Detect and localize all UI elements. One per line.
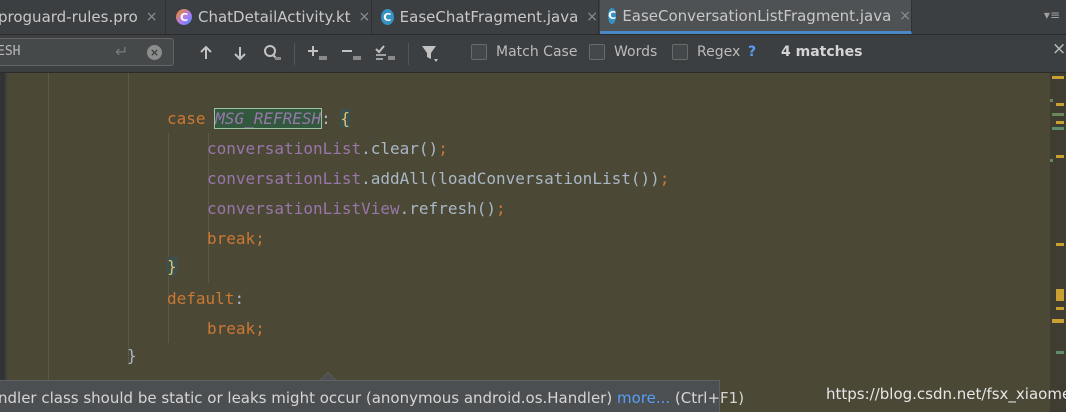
code-line: } bbox=[167, 257, 177, 277]
matching-brace: { bbox=[340, 109, 351, 128]
kotlin-file-icon: C bbox=[176, 9, 192, 25]
code-punct: : bbox=[321, 109, 331, 128]
code-line: conversationList.addAll(loadConversation… bbox=[207, 169, 669, 189]
tooltip-message: ndler class should be static or leaks mi… bbox=[0, 389, 744, 407]
code-semicolon: ; bbox=[438, 139, 448, 158]
field-ref: conversationList bbox=[207, 169, 362, 188]
watermark: https://blog.csdn.net/fsx_xiaomei bbox=[826, 385, 1066, 403]
enter-icon: ↵ bbox=[115, 42, 129, 61]
keyword: case bbox=[167, 109, 206, 128]
find-bar: ESH ↵ × Match Case Words Regex ? 4 match… bbox=[0, 35, 1066, 73]
regex-label[interactable]: Regex bbox=[697, 44, 740, 60]
match-count: 4 matches bbox=[781, 44, 863, 60]
code-semicolon: ; bbox=[255, 319, 265, 338]
tab-label: EaseConversationListFragment.java bbox=[622, 6, 892, 25]
code-line: break; bbox=[207, 229, 265, 249]
code-line: } bbox=[127, 346, 137, 366]
toolbar-separator bbox=[294, 43, 295, 65]
error-stripe[interactable] bbox=[1050, 73, 1066, 412]
search-match-highlight: MSG_REFRESH bbox=[214, 108, 323, 129]
indent-guide bbox=[168, 133, 169, 343]
tooltip-arrow bbox=[321, 373, 335, 380]
remove-occurrence-icon[interactable] bbox=[340, 41, 364, 65]
find-all-icon[interactable] bbox=[260, 41, 284, 65]
warning-marker bbox=[1056, 307, 1064, 310]
indent-guide bbox=[128, 73, 129, 365]
code-editor[interactable]: case MSG_REFRESH: { conversationList.cle… bbox=[7, 73, 1050, 412]
add-occurrence-icon[interactable] bbox=[306, 41, 330, 65]
indent-guide bbox=[48, 73, 49, 412]
tab-chat-detail-activity[interactable]: C ChatDetailActivity.kt × bbox=[168, 0, 372, 34]
match-case-label[interactable]: Match Case bbox=[496, 44, 577, 60]
code-punct: : bbox=[234, 289, 245, 308]
code-semicolon: ; bbox=[659, 169, 670, 188]
warning-marker bbox=[1052, 76, 1064, 79]
code-call: .refresh() bbox=[399, 199, 496, 218]
field-ref: conversationListView bbox=[207, 199, 400, 218]
match-case-checkbox[interactable] bbox=[471, 44, 487, 60]
select-all-occurrences-icon[interactable] bbox=[374, 41, 398, 65]
keyword: break bbox=[207, 229, 256, 248]
regex-checkbox[interactable] bbox=[672, 44, 688, 60]
tab-ease-conversation-list-fragment[interactable]: C EaseConversationListFragment.java × bbox=[600, 0, 912, 34]
search-input[interactable]: ESH ↵ × bbox=[0, 38, 174, 66]
code-call: .addAll(loadConversationList()) bbox=[361, 169, 660, 188]
field-ref: conversationList bbox=[207, 139, 362, 158]
tooltip-shortcut: (Ctrl+F1) bbox=[670, 389, 745, 407]
code-line: case MSG_REFRESH: { bbox=[167, 108, 351, 129]
words-checkbox[interactable] bbox=[589, 44, 605, 60]
change-marker bbox=[1052, 127, 1064, 130]
keyword: break bbox=[207, 319, 256, 338]
warning-marker bbox=[1052, 319, 1064, 323]
warning-marker bbox=[1056, 289, 1064, 301]
tab-proguard-rules[interactable]: proguard-rules.pro × bbox=[0, 0, 166, 34]
tooltip-more-link[interactable]: more... bbox=[617, 389, 670, 407]
clear-search-icon[interactable]: × bbox=[147, 45, 162, 60]
code-line: conversationList.clear(); bbox=[207, 139, 448, 159]
code-line: conversationListView.refresh(); bbox=[207, 199, 506, 219]
tab-ease-chat-fragment[interactable]: C EaseChatFragment.java × bbox=[373, 0, 599, 34]
change-marker bbox=[1056, 351, 1064, 354]
tab-label: ChatDetailActivity.kt bbox=[198, 8, 351, 26]
inspection-tooltip: ndler class should be static or leaks mi… bbox=[0, 380, 744, 412]
editor-tab-bar: proguard-rules.pro × C ChatDetailActivit… bbox=[0, 0, 1066, 35]
warning-marker bbox=[1056, 121, 1064, 124]
filter-icon[interactable] bbox=[418, 41, 442, 65]
code-call: .clear() bbox=[361, 139, 439, 158]
search-query-text: ESH bbox=[0, 44, 21, 59]
java-class-icon: C bbox=[381, 9, 394, 25]
keyword: default bbox=[167, 289, 235, 308]
regex-help-link[interactable]: ? bbox=[748, 44, 756, 60]
code-semicolon: ; bbox=[495, 199, 506, 218]
warning-marker bbox=[1056, 243, 1064, 246]
tab-label: proguard-rules.pro bbox=[0, 8, 138, 26]
matching-brace: } bbox=[167, 257, 177, 276]
change-marker bbox=[1050, 159, 1053, 162]
warning-marker bbox=[1056, 155, 1064, 158]
tab-overflow-icon[interactable]: ▾≡ bbox=[1044, 8, 1060, 22]
change-marker bbox=[1052, 113, 1064, 116]
close-search-icon[interactable]: × bbox=[1052, 39, 1066, 59]
toolbar-separator bbox=[408, 43, 409, 65]
warning-marker bbox=[1056, 103, 1064, 106]
tooltip-text: ndler class should be static or leaks mi… bbox=[0, 389, 617, 407]
words-label[interactable]: Words bbox=[614, 44, 657, 60]
closing-brace: } bbox=[127, 346, 137, 365]
next-occurrence-icon[interactable] bbox=[228, 41, 252, 65]
tab-close-icon[interactable]: × bbox=[146, 9, 158, 25]
previous-occurrence-icon[interactable] bbox=[194, 41, 218, 65]
tab-close-icon[interactable]: × bbox=[359, 9, 371, 25]
java-class-icon: C bbox=[608, 7, 617, 24]
code-line: default: bbox=[167, 289, 244, 309]
change-marker bbox=[1050, 99, 1053, 102]
editor-gutter bbox=[0, 73, 7, 412]
code-semicolon: ; bbox=[255, 229, 265, 248]
tab-close-icon[interactable]: × bbox=[899, 8, 911, 24]
tab-close-icon[interactable]: × bbox=[586, 9, 598, 25]
code-line: break; bbox=[207, 319, 265, 339]
tab-label: EaseChatFragment.java bbox=[399, 8, 579, 26]
